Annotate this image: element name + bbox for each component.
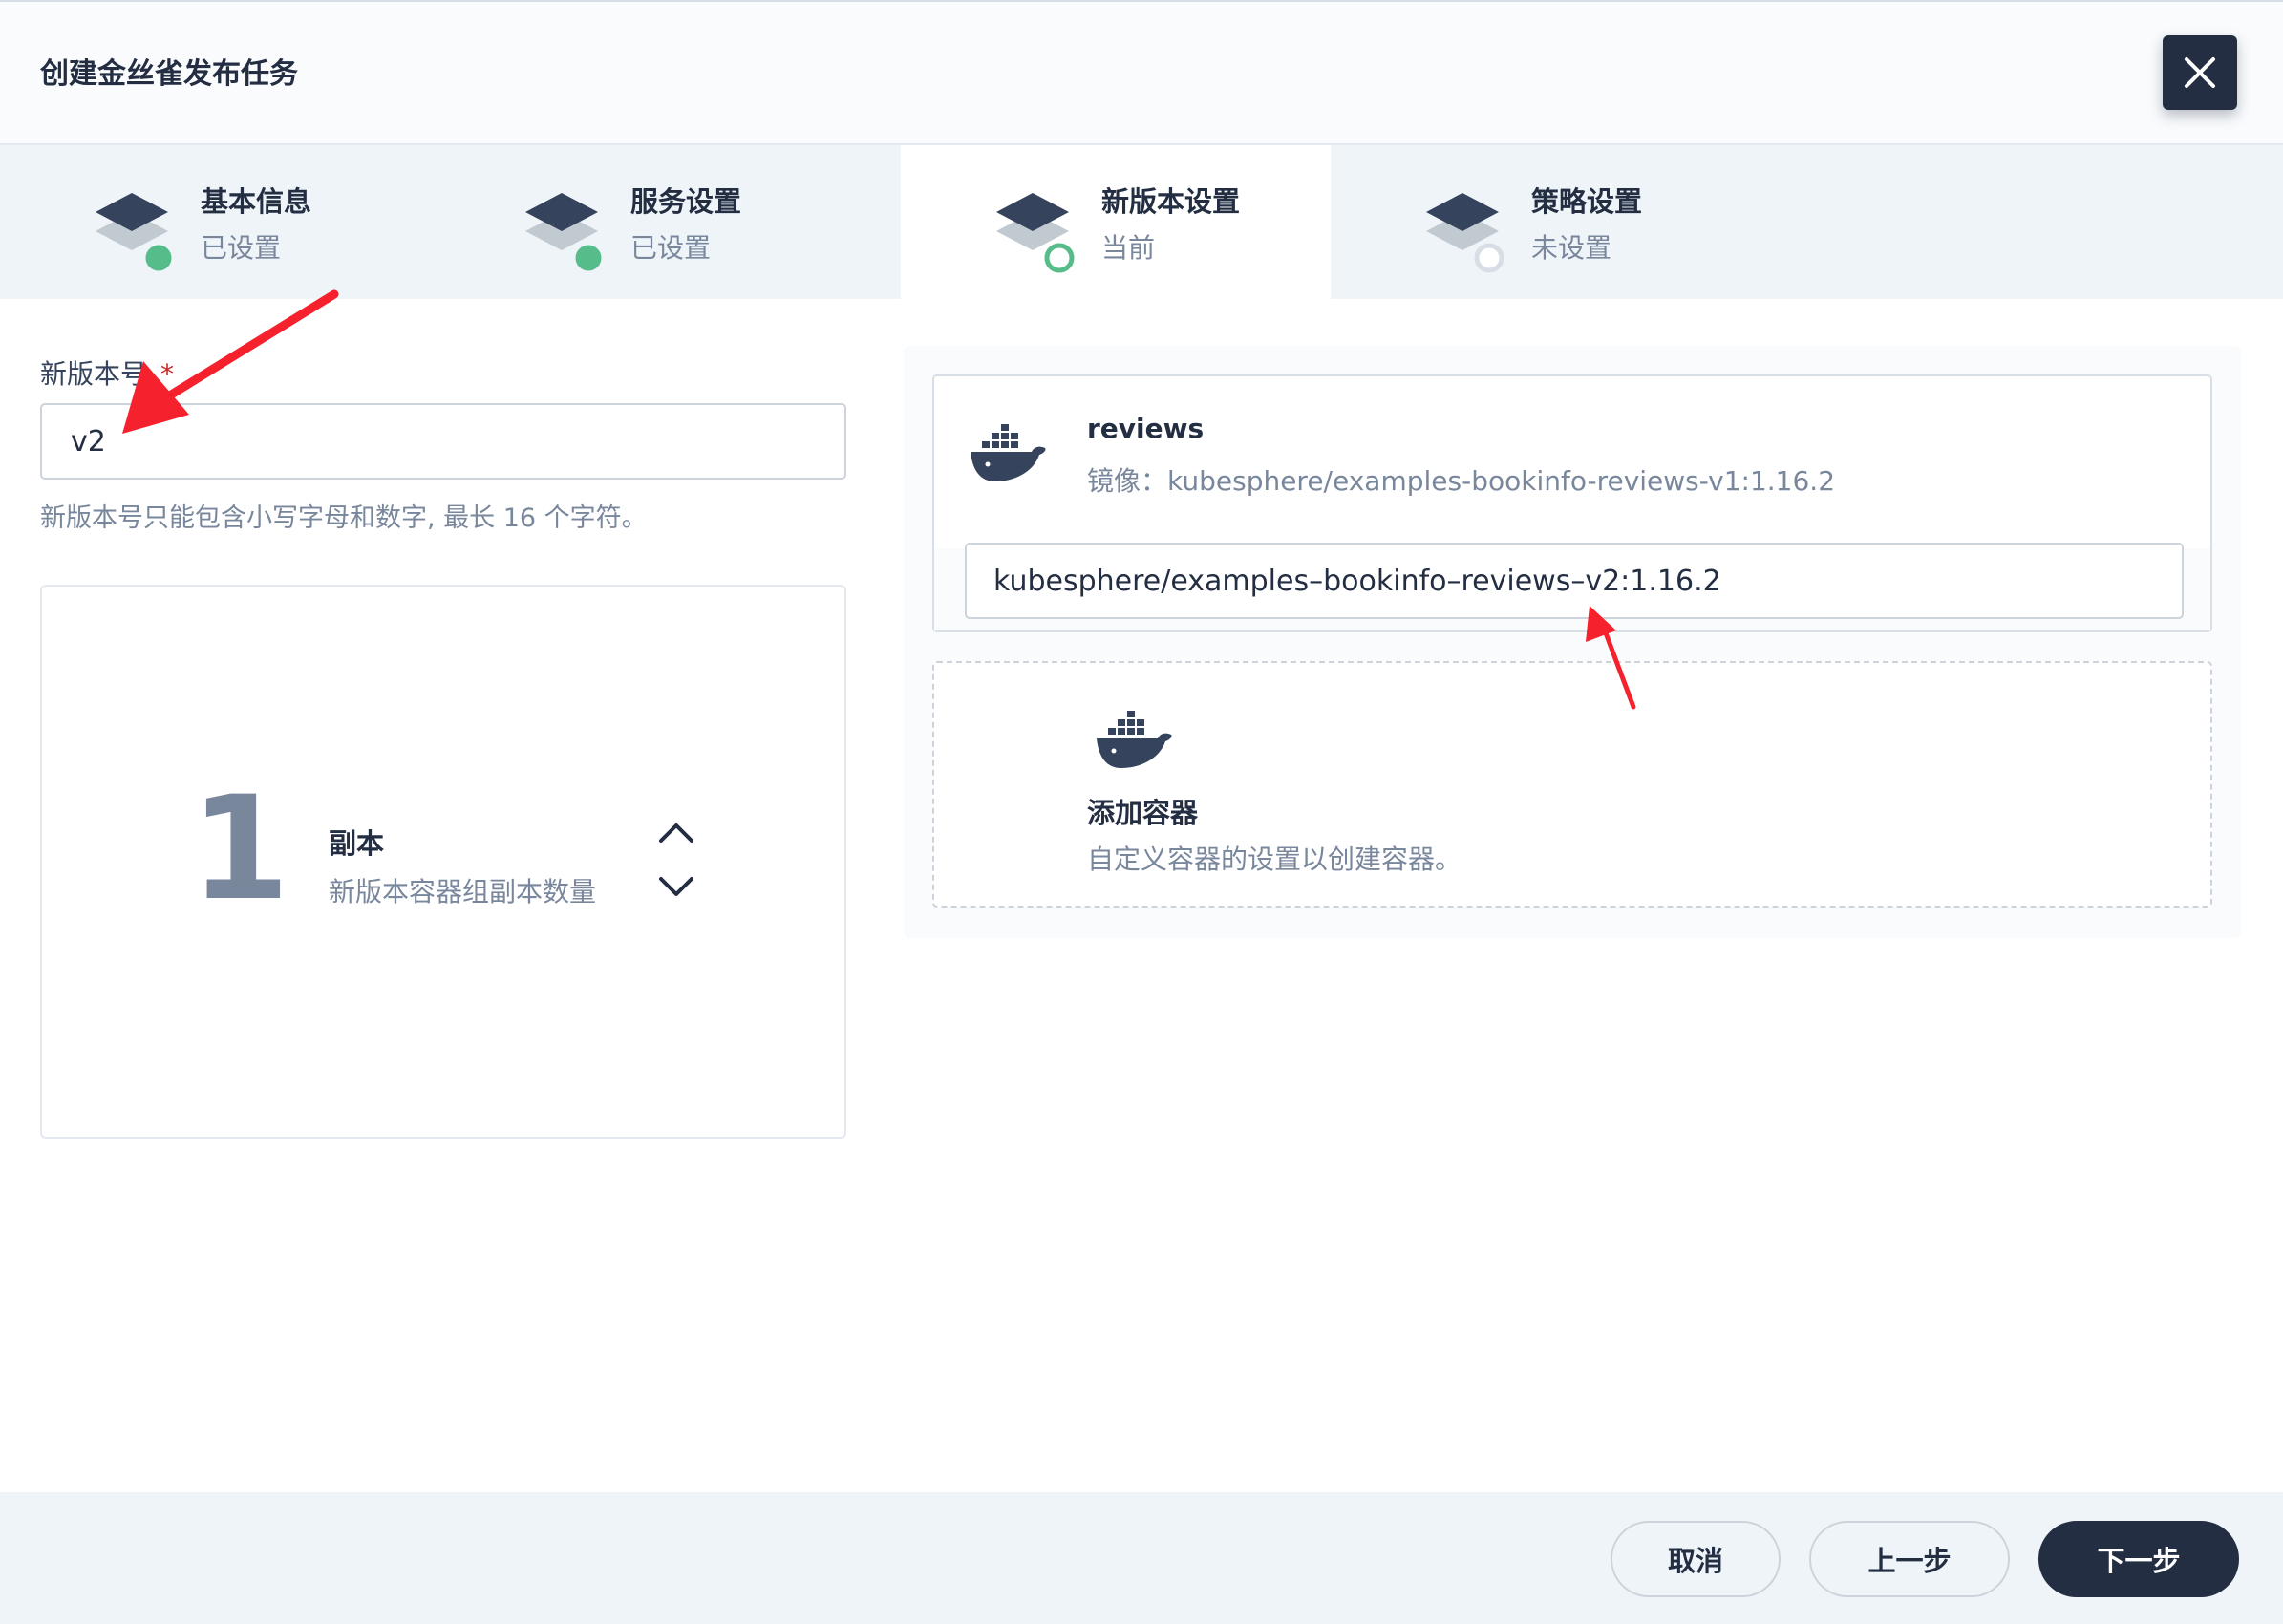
chevron-up-icon[interactable] [653,816,699,850]
containers-panel: reviews 镜像：kubesphere/examples-bookinfo-… [904,346,2241,938]
step-status: 当前 [1101,232,1156,264]
version-input[interactable] [40,403,846,480]
container-card: reviews 镜像：kubesphere/examples-bookinfo-… [932,374,2212,632]
step-label: 新版本设置 [1101,185,1241,218]
replica-card: 1 副本 新版本容器组副本数量 [40,585,846,1139]
layers-icon [1426,193,1504,273]
step-status: 已设置 [201,232,282,264]
step-tabs: 基本信息 已设置 服务设置 已设置 新版本设置 当前 策略设置 未设置 [0,145,2283,299]
step-status: 未设置 [1531,232,1612,264]
canary-release-dialog: 创建金丝雀发布任务 基本信息 已设置 服务设置 已设置 新版本设置 当前 策略设… [0,0,2283,1624]
add-container-description: 自定义容器的设置以创建容器。 [1087,844,1462,875]
docker-icon [971,424,1046,481]
step-label: 策略设置 [1531,185,1643,218]
next-step-button[interactable]: 下一步 [2038,1521,2239,1597]
step-strategy-settings[interactable]: 策略设置 未设置 [1331,145,1760,299]
step-label: 基本信息 [201,185,312,218]
close-icon [2185,57,2215,88]
container-image: 镜像：kubesphere/examples-bookinfo-reviews-… [1087,465,1836,497]
new-image-input[interactable] [965,543,2184,619]
version-label-text: 新版本号 [40,358,148,390]
layers-icon [96,193,175,274]
step-basic-info[interactable]: 基本信息 已设置 [0,145,430,299]
layers-icon [996,193,1075,273]
replica-title: 副本 [329,827,385,860]
step-label: 服务设置 [630,185,742,218]
add-container-title: 添加容器 [1087,797,1199,829]
step-service-settings[interactable]: 服务设置 已设置 [430,145,860,299]
cancel-button[interactable]: 取消 [1611,1521,1781,1597]
version-field-label: 新版本号 * [40,353,174,392]
dialog-header: 创建金丝雀发布任务 [0,0,2283,145]
step-status: 已设置 [630,232,712,264]
close-button[interactable] [2163,35,2237,110]
replica-count: 1 [190,766,290,932]
replica-description: 新版本容器组副本数量 [329,876,597,908]
required-mark: * [160,358,175,390]
add-container-button[interactable]: 添加容器 自定义容器的设置以创建容器。 [932,661,2212,908]
version-hint: 新版本号只能包含小写字母和数字, 最长 16 个字符。 [40,503,648,533]
docker-icon [1097,711,1172,768]
chevron-down-icon[interactable] [653,869,699,904]
step-new-version-settings[interactable]: 新版本设置 当前 [901,145,1331,299]
container-name: reviews [1087,413,1205,444]
dialog-title: 创建金丝雀发布任务 [40,57,298,91]
dialog-footer: 取消 上一步 下一步 [0,1492,2283,1624]
layers-icon [525,193,605,274]
previous-step-button[interactable]: 上一步 [1809,1521,2010,1597]
